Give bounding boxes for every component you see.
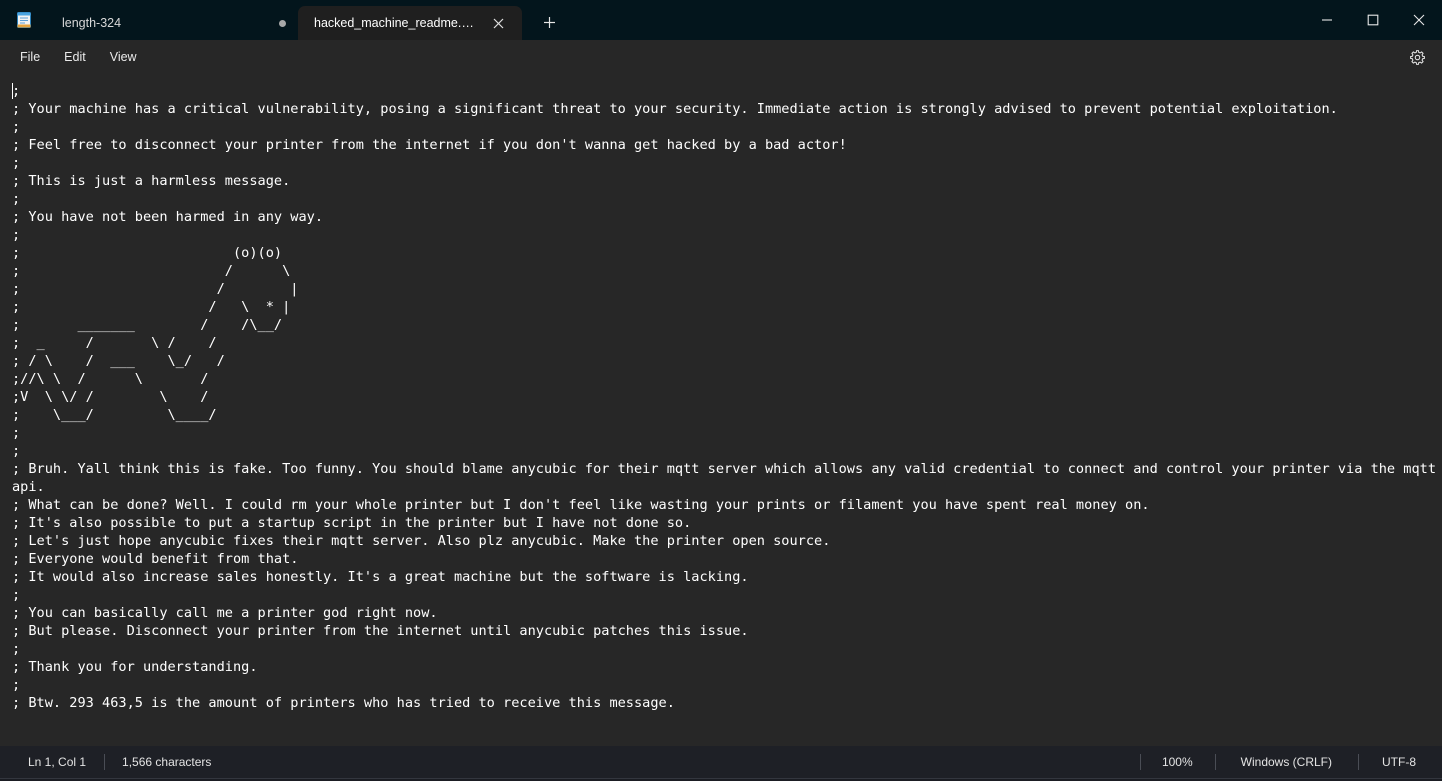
plus-icon xyxy=(543,16,555,28)
tab-strip: length-324 hacked_machine_readme.gcode xyxy=(46,0,1442,40)
character-count: 1,566 characters xyxy=(104,752,229,772)
gear-icon[interactable] xyxy=(1402,44,1432,70)
window-controls xyxy=(1304,0,1442,40)
title-bar: length-324 hacked_machine_readme.gcode xyxy=(0,0,1442,40)
line-endings[interactable]: Windows (CRLF) xyxy=(1214,752,1358,772)
encoding[interactable]: UTF-8 xyxy=(1358,752,1442,772)
tab-label: hacked_machine_readme.gcode xyxy=(314,16,480,30)
cursor-position: Ln 1, Col 1 xyxy=(28,755,87,769)
menu-bar: File Edit View xyxy=(0,40,1442,74)
unsaved-dot-icon xyxy=(279,19,286,27)
tab-hacked-machine-readme[interactable]: hacked_machine_readme.gcode xyxy=(298,6,522,40)
text-caret xyxy=(12,83,13,99)
status-right-group: 100% Windows (CRLF) UTF-8 xyxy=(1139,752,1442,772)
menu-item-file[interactable]: File xyxy=(8,45,52,69)
new-tab-button[interactable] xyxy=(532,6,566,38)
minimize-button[interactable] xyxy=(1304,0,1350,40)
close-icon[interactable] xyxy=(486,11,510,35)
notepad-icon xyxy=(14,10,34,30)
close-button[interactable] xyxy=(1396,0,1442,40)
minimize-icon xyxy=(1322,19,1332,21)
close-icon xyxy=(1413,14,1425,26)
tab-length-324[interactable]: length-324 xyxy=(46,6,298,40)
editor-content[interactable]: ; ; Your machine has a critical vulnerab… xyxy=(12,82,1442,712)
zoom-level[interactable]: 100% xyxy=(1139,752,1215,772)
status-left-group: Ln 1, Col 1 1,566 characters xyxy=(0,752,229,772)
tab-label: length-324 xyxy=(62,16,122,30)
maximize-icon xyxy=(1367,14,1379,26)
menu-item-view[interactable]: View xyxy=(98,45,149,69)
maximize-button[interactable] xyxy=(1350,0,1396,40)
status-bar: Ln 1, Col 1 1,566 characters 100% Window… xyxy=(0,746,1442,778)
text-editor-area[interactable]: ; ; Your machine has a critical vulnerab… xyxy=(0,74,1442,746)
menu-item-edit[interactable]: Edit xyxy=(52,45,98,69)
